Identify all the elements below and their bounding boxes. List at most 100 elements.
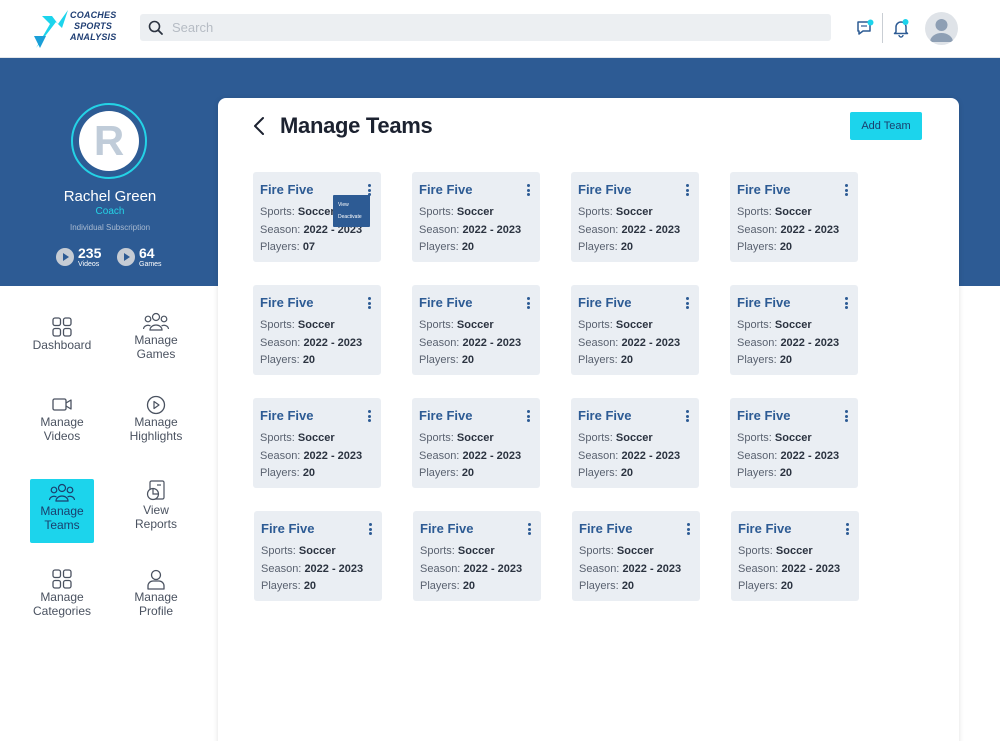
team-card[interactable]: Fire Five Sports: Soccer Season: 2022 - 20… (730, 172, 858, 262)
more-options-icon[interactable] (369, 523, 373, 535)
team-sport: Sports: Soccer (578, 206, 653, 218)
team-season: Season: 2022 - 2023 (261, 563, 363, 575)
nav-view-reports[interactable]: View Reports (124, 479, 188, 543)
players-label: Players: (261, 580, 301, 592)
players-value: 20 (461, 241, 475, 253)
more-options-icon[interactable] (528, 523, 532, 535)
players-label: Players: (737, 354, 777, 366)
season-value: 2022 - 2023 (462, 450, 522, 462)
players-label: Players: (420, 580, 460, 592)
add-team-button[interactable]: Add Team (850, 112, 922, 140)
more-options-icon[interactable] (687, 523, 691, 535)
players-label: Players: (578, 467, 618, 479)
group-icon (142, 312, 170, 331)
team-season: Season: 2022 - 2023 (738, 563, 840, 575)
back-arrow-icon[interactable] (252, 116, 266, 136)
app-logo[interactable]: COACHES SPORTS ANALYSIS (32, 8, 122, 52)
team-card[interactable]: Fire Five Sports: Soccer Season: 2022 - 20… (413, 511, 541, 601)
menu-item-deactivate[interactable]: Deactivate (333, 214, 370, 220)
more-options-icon[interactable] (845, 297, 849, 309)
sport-value: Soccer (615, 432, 653, 444)
chat-button[interactable] (856, 19, 874, 42)
season-label: Season: (578, 337, 619, 349)
more-options-icon[interactable] (846, 523, 850, 535)
user-avatar[interactable] (925, 12, 958, 45)
team-card[interactable]: Fire Five Sports: Soccer Season: 2022 - 20… (730, 285, 858, 375)
team-season: Season: 2022 - 2023 (737, 337, 839, 349)
team-season: Season: 2022 - 2023 (419, 337, 521, 349)
nav-manage-categories[interactable]: Manage Categories (30, 568, 94, 632)
more-options-icon[interactable] (686, 410, 690, 422)
team-players: Players: 07 (260, 241, 315, 253)
sport-label: Sports: (260, 206, 295, 218)
nav-label: Manage Profile (134, 590, 178, 618)
nav-manage-highlights[interactable]: Manage Highlights (124, 395, 188, 459)
more-options-icon[interactable] (686, 184, 690, 196)
sport-label: Sports: (737, 319, 772, 331)
team-card[interactable]: Fire Five Sports: Soccer Season: 2022 - 20… (412, 172, 540, 262)
team-players: Players: 20 (578, 467, 633, 479)
profile-avatar: R (79, 111, 139, 171)
more-options-icon[interactable] (527, 297, 531, 309)
team-card[interactable]: Fire Five Sports: Soccer Season: 2022 - 20… (572, 511, 700, 601)
team-sport: Sports: Soccer (578, 432, 653, 444)
nav-manage-profile[interactable]: Manage Profile (124, 568, 188, 632)
sport-value: Soccer (297, 206, 335, 218)
more-options-icon[interactable] (845, 184, 849, 196)
season-label: Season: (578, 450, 619, 462)
more-options-icon[interactable] (368, 297, 372, 309)
team-sport: Sports: Soccer (260, 432, 335, 444)
team-card[interactable]: Fire Five Sports: Soccer Season: 2022 - 20… (412, 398, 540, 488)
more-options-icon[interactable] (527, 410, 531, 422)
nav-manage-teams[interactable]: Manage Teams (30, 479, 94, 543)
more-options-icon[interactable] (686, 297, 690, 309)
profile-subscription: Individual Subscription (69, 223, 151, 232)
team-card[interactable]: Fire Five Sports: Soccer Season: 2022 - 20… (253, 398, 381, 488)
team-season: Season: 2022 - 2023 (260, 450, 362, 462)
team-card[interactable]: Fire Five Sports: Soccer Season: 2022 - 20… (254, 511, 382, 601)
team-card[interactable]: Fire Five Sports: Soccer Season: 2022 - 20… (571, 285, 699, 375)
season-label: Season: (260, 450, 301, 462)
more-options-icon[interactable] (845, 410, 849, 422)
team-actions-menu: View Deactivate (333, 195, 370, 227)
notifications-button[interactable] (892, 18, 910, 43)
players-label: Players: (419, 241, 459, 253)
menu-item-view[interactable]: View (333, 202, 370, 208)
season-label: Season: (420, 563, 461, 575)
group-icon (48, 483, 76, 502)
team-card[interactable]: Fire Five Sports: Soccer Season: 2022 - 20… (571, 172, 699, 262)
nav-manage-videos[interactable]: Manage Videos (30, 395, 94, 459)
team-sport: Sports: Soccer (737, 319, 812, 331)
team-name: Fire Five (260, 408, 314, 423)
players-label: Players: (419, 467, 459, 479)
nav-dashboard[interactable]: Dashboard (30, 316, 94, 380)
team-card[interactable]: Fire Five Sports: Soccer Season: 2022 - 20… (412, 285, 540, 375)
season-value: 2022 - 2023 (462, 224, 522, 236)
sport-label: Sports: (578, 206, 613, 218)
team-season: Season: 2022 - 2023 (578, 337, 680, 349)
team-card[interactable]: Fire Five Sports: Soccer Season: 2022 - 20… (730, 398, 858, 488)
sport-value: Soccer (615, 319, 653, 331)
team-name: Fire Five (261, 521, 315, 536)
season-value: 2022 - 2023 (780, 224, 840, 236)
team-season: Season: 2022 - 2023 (579, 563, 681, 575)
search-input[interactable] (172, 18, 812, 37)
team-season: Season: 2022 - 2023 (419, 450, 521, 462)
more-options-icon[interactable] (527, 184, 531, 196)
players-value: 20 (302, 467, 316, 479)
season-label: Season: (737, 450, 778, 462)
team-name: Fire Five (578, 408, 632, 423)
players-value: 20 (462, 580, 476, 592)
team-players: Players: 20 (419, 354, 474, 366)
team-sport: Sports: Soccer (419, 432, 494, 444)
nav-label: Manage Teams (40, 504, 84, 532)
search-bar[interactable] (140, 14, 831, 41)
search-icon (148, 20, 163, 35)
team-card[interactable]: Fire Five Sports: Soccer Season: 2022 - 20… (731, 511, 859, 601)
team-card[interactable]: Fire Five Sports: Soccer Season: 2022 - 20… (253, 285, 381, 375)
team-card[interactable]: Fire Five Sports: Soccer Season: 2022 - 20… (571, 398, 699, 488)
season-label: Season: (737, 224, 778, 236)
nav-manage-games[interactable]: Manage Games (124, 311, 188, 375)
team-sport: Sports: Soccer (260, 206, 335, 218)
more-options-icon[interactable] (368, 410, 372, 422)
